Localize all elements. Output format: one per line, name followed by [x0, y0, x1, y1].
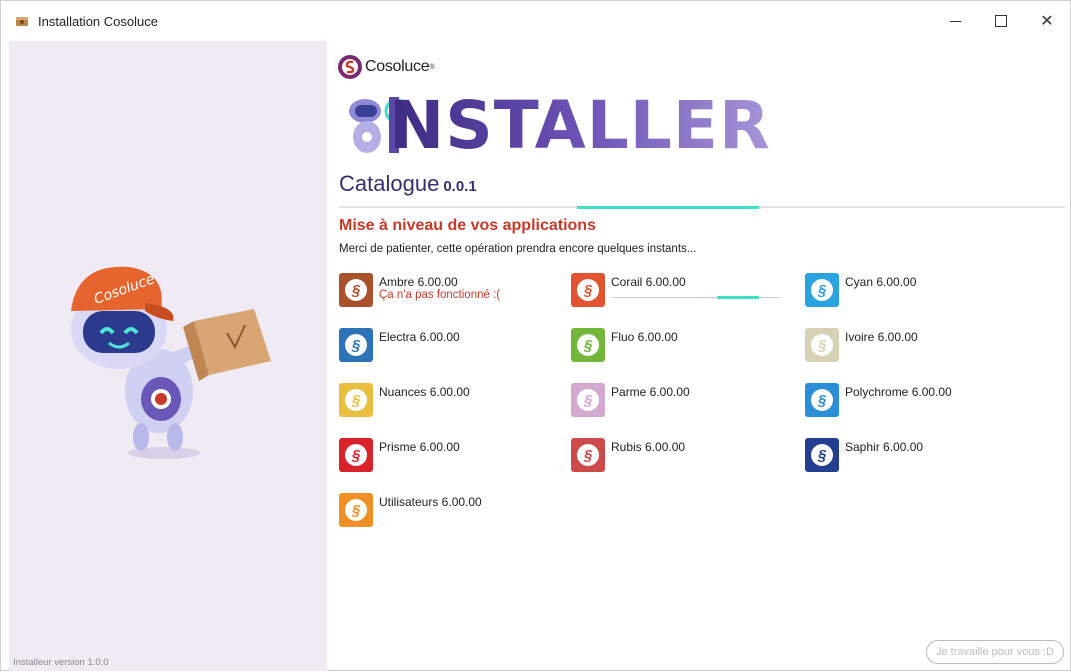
- app-logo-icon: §: [571, 273, 605, 307]
- app-glyph-icon: §: [811, 389, 833, 411]
- app-glyph-icon: §: [811, 279, 833, 301]
- app-name: Rubis 6.00.00: [611, 440, 686, 454]
- app-glyph-icon: §: [811, 444, 833, 466]
- section-subtitle: Merci de patienter, cette opération pren…: [339, 243, 697, 255]
- catalogue-label: Catalogue 0.0.1: [339, 171, 477, 197]
- app-glyph-icon: §: [345, 334, 367, 356]
- close-button[interactable]: ✕: [1024, 1, 1070, 41]
- app-glyph-icon: §: [345, 389, 367, 411]
- app-glyph-icon: §: [577, 389, 599, 411]
- app-name: Corail 6.00.00: [611, 275, 686, 289]
- installer-window: Installation Cosoluce ✕ Cosoluce Install…: [0, 0, 1071, 671]
- app-logo-icon: §: [805, 383, 839, 417]
- maximize-icon: [995, 15, 1007, 27]
- app-progress-bar: [611, 296, 781, 299]
- app-logo-icon: §: [339, 328, 373, 362]
- left-pane: Cosoluce Installeur version 1.0.0: [9, 41, 327, 671]
- app-name: Ambre 6.00.00: [379, 275, 458, 289]
- global-progress-bar: [339, 205, 1065, 209]
- catalogue-version: 0.0.1: [443, 178, 477, 195]
- app-item: § Nuances 6.00.00: [339, 383, 470, 417]
- app-item: § Utilisateurs 6.00.00: [339, 493, 482, 527]
- app-name: Ivoire 6.00.00: [845, 330, 918, 344]
- maximize-button[interactable]: [978, 1, 1024, 41]
- app-item: § Ivoire 6.00.00: [805, 328, 918, 362]
- app-logo-icon: §: [339, 273, 373, 307]
- catalogue-text: Catalogue: [339, 171, 440, 196]
- mascot-illustration: Cosoluce: [71, 266, 271, 459]
- title-bar: Installation Cosoluce ✕: [1, 1, 1070, 41]
- app-glyph-icon: §: [577, 334, 599, 356]
- app-name: Electra 6.00.00: [379, 330, 460, 344]
- app-item: § Electra 6.00.00: [339, 328, 460, 362]
- app-name: Cyan 6.00.00: [845, 275, 917, 289]
- app-name: Parme 6.00.00: [611, 385, 690, 399]
- app-name: Nuances 6.00.00: [379, 385, 470, 399]
- app-item: § Rubis 6.00.00: [571, 438, 685, 472]
- app-glyph-icon: §: [577, 444, 599, 466]
- app-item: § Ambre 6.00.00 Ça n'a pas fonctionné :(: [339, 273, 500, 307]
- status-pill: Je travaille pour vous :D: [926, 640, 1064, 664]
- app-item: § Cyan 6.00.00: [805, 273, 916, 307]
- installer-banner: NSTALLER: [337, 91, 787, 161]
- app-item: § Prisme 6.00.00: [339, 438, 460, 472]
- app-item: § Polychrome 6.00.00: [805, 383, 952, 417]
- cosoluce-logo-icon: [338, 55, 362, 79]
- app-error: Ça n'a pas fonctionné :(: [379, 289, 501, 301]
- minimize-button[interactable]: [932, 1, 978, 41]
- global-progress-fill: [577, 205, 759, 209]
- app-item: § Corail 6.00.00: [571, 273, 781, 307]
- app-logo-icon: §: [805, 438, 839, 472]
- brand-name: Cosoluce: [365, 58, 430, 75]
- app-name: Polychrome 6.00.00: [845, 385, 952, 399]
- app-logo-icon: §: [805, 328, 839, 362]
- app-logo-icon: §: [339, 493, 373, 527]
- app-logo-icon: §: [805, 273, 839, 307]
- app-logo-icon: §: [571, 383, 605, 417]
- app-logo-icon: §: [339, 383, 373, 417]
- brand-logo: Cosoluce ®: [337, 54, 434, 80]
- brand-tm: ®: [429, 63, 435, 71]
- app-progress-fill: [717, 296, 759, 299]
- app-glyph-icon: §: [345, 279, 367, 301]
- app-item: § Parme 6.00.00: [571, 383, 690, 417]
- app-icon: [16, 17, 28, 26]
- app-glyph-icon: §: [345, 499, 367, 521]
- app-item: § Fluo 6.00.00: [571, 328, 678, 362]
- right-pane: Cosoluce ® NSTALLER Catalogue 0.0.1 Mise …: [327, 41, 1071, 672]
- app-glyph-icon: §: [811, 334, 833, 356]
- close-icon: ✕: [1040, 13, 1054, 30]
- app-logo-icon: §: [339, 438, 373, 472]
- app-glyph-icon: §: [577, 279, 599, 301]
- window-title: Installation Cosoluce: [38, 13, 158, 29]
- app-glyph-icon: §: [345, 444, 367, 466]
- app-logo-icon: §: [571, 328, 605, 362]
- app-name: Utilisateurs 6.00.00: [379, 495, 482, 509]
- app-name: Saphir 6.00.00: [845, 440, 924, 454]
- app-logo-icon: §: [571, 438, 605, 472]
- section-title: Mise à niveau de vos applications: [339, 217, 596, 234]
- installer-heading: NSTALLER: [389, 87, 771, 164]
- app-item: § Saphir 6.00.00: [805, 438, 923, 472]
- app-name: Prisme 6.00.00: [379, 440, 460, 454]
- app-name: Fluo 6.00.00: [611, 330, 678, 344]
- minimize-icon: [949, 20, 961, 22]
- installer-version: Installeur version 1.0.0: [13, 657, 109, 668]
